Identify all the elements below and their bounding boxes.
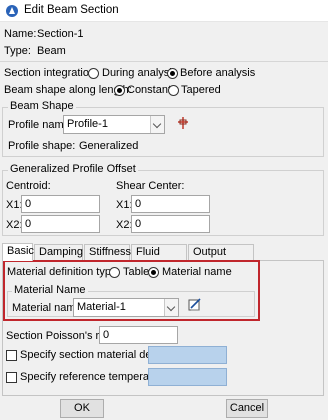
density-checkbox[interactable] <box>6 350 17 361</box>
cancel-button[interactable]: Cancel <box>226 399 268 418</box>
radio-before-analysis[interactable] <box>167 68 178 79</box>
temperature-input <box>148 368 227 386</box>
window-titlebar: Edit Beam Section <box>0 0 328 22</box>
radio-during-analysis[interactable] <box>88 68 99 79</box>
profile-name-select[interactable]: Profile-1 <box>63 115 165 134</box>
name-label: Name: <box>4 28 37 40</box>
centroid-x1-input[interactable]: 0 <box>21 195 100 213</box>
edit-material-icon[interactable] <box>188 298 202 312</box>
radio-before-analysis-label[interactable]: Before analysis <box>180 67 255 79</box>
material-name-group-title: Material Name <box>12 284 88 296</box>
tab-damping[interactable]: Damping <box>34 244 83 260</box>
profile-shape-value: Generalized <box>79 140 139 152</box>
ok-button[interactable]: OK <box>60 399 104 418</box>
radio-material-name-label[interactable]: Material name <box>162 266 232 278</box>
centroid-x2-input[interactable]: 0 <box>21 215 100 233</box>
poisson-ratio-input[interactable]: 0 <box>99 326 178 344</box>
beam-shape-group-title: Beam Shape <box>8 100 76 112</box>
abaqus-app-icon <box>6 5 18 17</box>
type-value: Beam <box>37 45 66 57</box>
radio-tapered[interactable] <box>168 85 179 96</box>
shear-center-x1-input[interactable]: 0 <box>131 195 210 213</box>
radio-material-name[interactable] <box>148 267 159 278</box>
shear-center-x2-input[interactable]: 0 <box>131 215 210 233</box>
tab-stiffness[interactable]: Stiffness <box>84 244 131 260</box>
window-title: Edit Beam Section <box>24 4 119 16</box>
material-name-value: Material-1 <box>77 301 126 313</box>
tab-fluid-inertia[interactable]: Fluid Inertia <box>131 244 187 273</box>
radio-table-label[interactable]: Table <box>123 266 149 278</box>
profile-name-value: Profile-1 <box>67 118 108 130</box>
material-name-select[interactable]: Material-1 <box>73 298 179 317</box>
profile-shape-label: Profile shape: <box>8 140 76 152</box>
chevron-down-icon[interactable] <box>164 299 178 316</box>
profile-offset-group-title: Generalized Profile Offset <box>8 163 138 175</box>
material-definition-type-label: Material definition type: <box>7 266 121 278</box>
crosshair-create-icon[interactable] <box>176 116 190 130</box>
tab-basic[interactable]: Basic <box>2 243 34 261</box>
centroid-label: Centroid: <box>6 180 51 192</box>
beam-shape-along-length-label: Beam shape along length: <box>4 84 132 96</box>
radio-table[interactable] <box>109 267 120 278</box>
temperature-checkbox[interactable] <box>6 372 17 383</box>
divider <box>0 61 328 62</box>
type-label: Type: <box>4 45 31 57</box>
tab-output-points[interactable]: Output Points <box>188 244 254 273</box>
section-integration-label: Section integration: <box>4 67 99 79</box>
name-value: Section-1 <box>37 28 84 40</box>
density-input <box>148 346 227 364</box>
radio-constant-label[interactable]: Constant <box>127 84 171 96</box>
radio-tapered-label[interactable]: Tapered <box>181 84 221 96</box>
shear-center-label: Shear Center: <box>116 180 185 192</box>
radio-constant[interactable] <box>114 85 125 96</box>
chevron-down-icon[interactable] <box>150 116 164 133</box>
radio-during-analysis-label[interactable]: During analysis <box>102 67 177 79</box>
